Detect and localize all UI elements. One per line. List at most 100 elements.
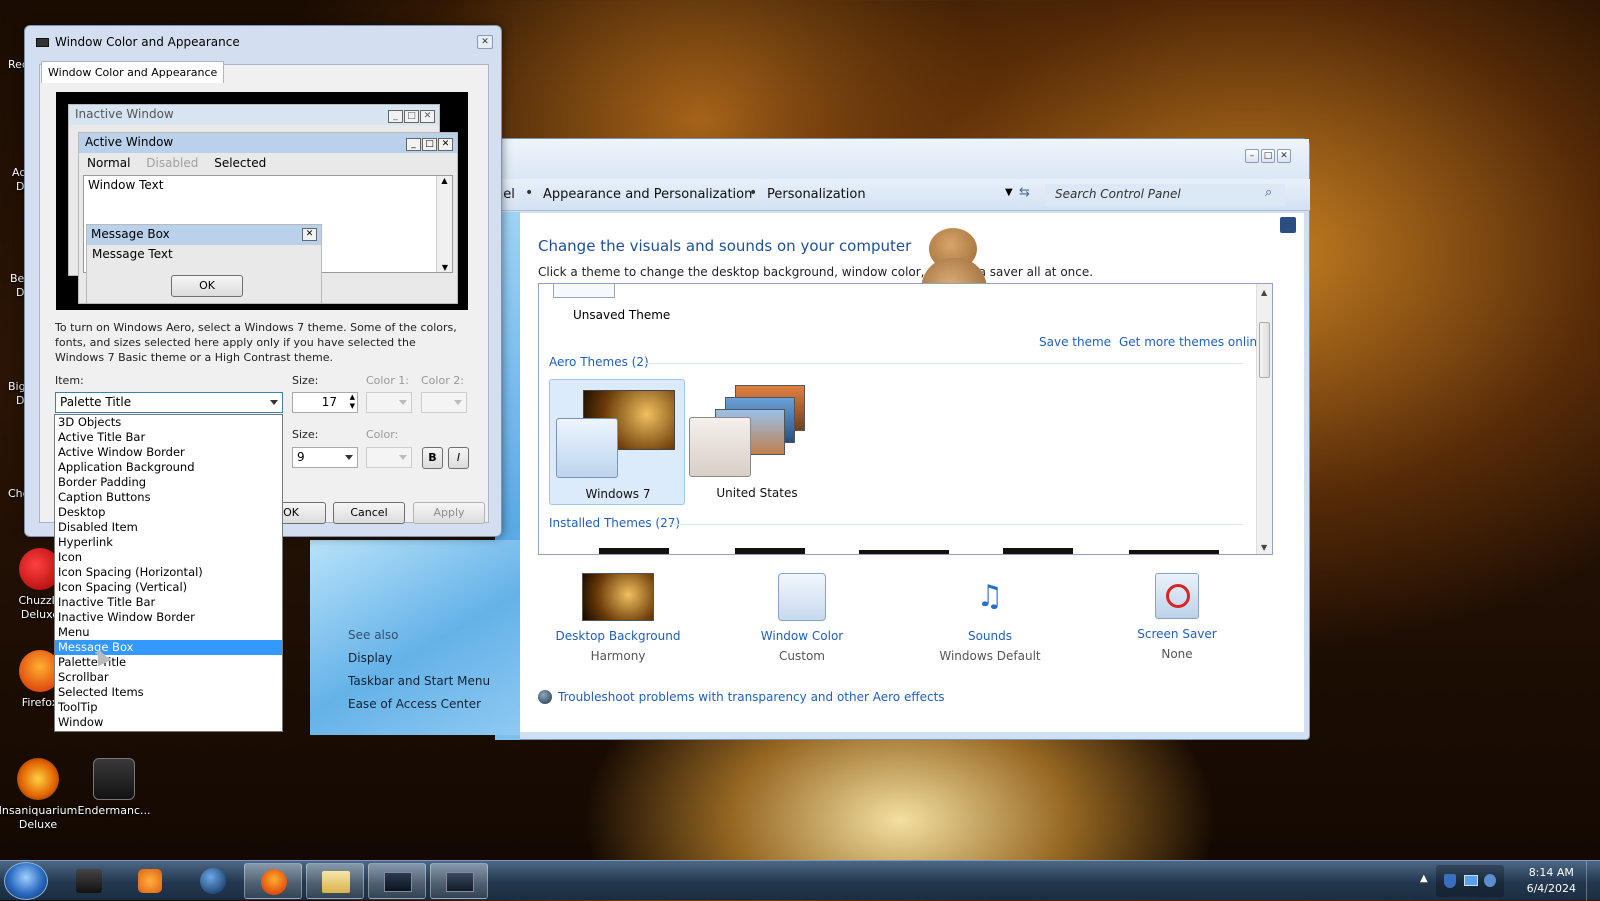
item-option-highlighted[interactable]: Message Box: [55, 640, 282, 655]
size-stepper[interactable]: 17 ▲ ▼: [292, 392, 358, 413]
item-option[interactable]: Palette Title: [55, 655, 282, 670]
taskbar-appearance-button[interactable]: [430, 863, 488, 899]
taskbar-explorer-button[interactable]: [306, 863, 364, 899]
item-option[interactable]: ToolTip: [55, 700, 282, 715]
theme-color-swatch: [556, 418, 618, 478]
shield-icon[interactable]: [1444, 874, 1456, 888]
tray-expand-icon[interactable]: ▲: [1420, 873, 1428, 884]
clock-time: 8:14 AM: [1528, 866, 1574, 879]
item-option[interactable]: Menu: [55, 625, 282, 640]
item-option[interactable]: Icon: [55, 550, 282, 565]
minimize-icon: _: [388, 110, 403, 123]
preview-window-text: Window Text: [88, 178, 164, 192]
item-dropdown[interactable]: Palette Title: [55, 392, 283, 413]
taskbar-firefox-button[interactable]: [244, 863, 302, 899]
breadcrumb-appearance[interactable]: Appearance and Personalization: [543, 187, 752, 202]
desktop-icon-endermanch[interactable]: Endermanc...: [74, 758, 154, 818]
theme-list-scrollbar[interactable]: ▲ ▼: [1256, 284, 1272, 554]
get-more-themes-link[interactable]: Get more themes online: [1119, 335, 1265, 349]
item-option[interactable]: Inactive Window Border: [55, 610, 282, 625]
taskbar-app-button[interactable]: [184, 863, 242, 899]
spin-down-icon[interactable]: ▼: [350, 402, 355, 410]
apply-button[interactable]: Apply: [413, 502, 485, 524]
taskbar-control-panel-button[interactable]: [368, 863, 426, 899]
see-also-heading: See also: [348, 628, 399, 642]
item-option[interactable]: Application Background: [55, 460, 282, 475]
see-also-ease-of-access-link[interactable]: Ease of Access Center: [348, 697, 481, 711]
maximize-icon[interactable]: □: [1261, 149, 1275, 163]
theme-list[interactable]: Unsaved Theme Save theme Get more themes…: [538, 283, 1273, 555]
title-bar: [495, 139, 1309, 179]
sounds-value: Windows Default: [939, 649, 1041, 663]
unsaved-theme-label[interactable]: Unsaved Theme: [573, 308, 670, 322]
item-option[interactable]: Scrollbar: [55, 670, 282, 685]
installed-theme-thumbnail[interactable]: [599, 548, 669, 554]
item-option[interactable]: Icon Spacing (Vertical): [55, 580, 282, 595]
item-option[interactable]: Desktop: [55, 505, 282, 520]
see-also-taskbar-link[interactable]: Taskbar and Start Menu: [348, 674, 490, 688]
see-also-display-link[interactable]: Display: [348, 651, 392, 665]
item-option[interactable]: Border Padding: [55, 475, 282, 490]
desktop-background-label: Desktop Background: [555, 629, 681, 643]
installed-theme-thumbnail[interactable]: [859, 550, 949, 554]
italic-button[interactable]: I: [448, 447, 469, 469]
spin-up-icon[interactable]: ▲: [350, 393, 355, 401]
item-option[interactable]: Window: [55, 715, 282, 730]
monitor-icon: [384, 872, 412, 892]
cancel-button[interactable]: Cancel: [333, 502, 405, 524]
minimize-icon: _: [406, 138, 421, 151]
close-icon[interactable]: ✕: [1277, 149, 1291, 163]
network-icon[interactable]: [1464, 875, 1478, 886]
chevron-down-icon: [399, 455, 407, 460]
font-size-dropdown[interactable]: 9: [292, 447, 358, 468]
color2-picker[interactable]: [421, 392, 467, 413]
save-theme-link[interactable]: Save theme: [1039, 335, 1111, 349]
search-icon[interactable]: ⌕: [1265, 185, 1272, 200]
font-color-picker[interactable]: [366, 447, 412, 468]
color1-label: Color 1:: [366, 374, 409, 387]
breadcrumb-personalization[interactable]: Personalization: [767, 187, 866, 202]
preview-menu-bar: Normal Disabled Selected: [79, 153, 457, 173]
close-icon[interactable]: ✕: [477, 35, 493, 49]
scrollbar-thumb[interactable]: [1259, 322, 1270, 378]
installed-theme-thumbnail[interactable]: [1003, 548, 1073, 554]
minimize-icon[interactable]: –: [1245, 149, 1259, 163]
sounds-button[interactable]: ♫ Sounds Windows Default: [910, 573, 1070, 663]
item-option[interactable]: Active Title Bar: [55, 430, 282, 445]
item-option[interactable]: Caption Buttons: [55, 490, 282, 505]
item-option[interactable]: 3D Objects: [55, 415, 282, 430]
unsaved-theme-thumbnail[interactable]: [553, 284, 615, 298]
item-option[interactable]: Inactive Title Bar: [55, 595, 282, 610]
theme-united-states[interactable]: United States: [689, 379, 825, 505]
clock-date: 6/4/2024: [1526, 882, 1576, 895]
color1-picker[interactable]: [366, 392, 412, 413]
refresh-icon[interactable]: ⇆: [1019, 185, 1030, 200]
volume-icon[interactable]: [1484, 874, 1496, 887]
installed-theme-thumbnail[interactable]: [1129, 550, 1219, 554]
theme-windows-7[interactable]: Windows 7: [549, 379, 685, 505]
bold-button[interactable]: B: [422, 447, 443, 469]
item-option[interactable]: Active Window Border: [55, 445, 282, 460]
chevron-down-icon[interactable]: ▼: [1005, 187, 1013, 198]
show-desktop-button[interactable]: [1586, 861, 1600, 901]
clock[interactable]: 8:14 AM 6/4/2024: [1527, 865, 1576, 897]
item-option[interactable]: Disabled Item: [55, 520, 282, 535]
taskbar-media-player-button[interactable]: [120, 863, 178, 899]
item-option[interactable]: Icon Spacing (Horizontal): [55, 565, 282, 580]
installed-theme-thumbnail[interactable]: [735, 548, 805, 554]
item-option[interactable]: Selected Items: [55, 685, 282, 700]
item-option[interactable]: Hyperlink: [55, 535, 282, 550]
sounds-label: Sounds: [967, 629, 1013, 643]
search-input[interactable]: Search Control Panel: [1045, 184, 1285, 206]
taskbar-app-button[interactable]: [60, 863, 118, 899]
screen-saver-button[interactable]: Screen Saver None: [1097, 573, 1257, 661]
troubleshoot-link[interactable]: Troubleshoot problems with transparency …: [558, 690, 945, 704]
address-bar[interactable]: nel • Appearance and Personalization • P…: [495, 179, 1310, 211]
start-button[interactable]: [4, 862, 48, 900]
window-color-button[interactable]: Window Color Custom: [722, 573, 882, 663]
help-icon[interactable]: [1280, 217, 1296, 233]
tab-window-color-appearance[interactable]: Window Color and Appearance: [41, 61, 225, 83]
item-dropdown-list[interactable]: 3D Objects Active Title Bar Active Windo…: [54, 414, 283, 732]
desktop-background-button[interactable]: Desktop Background Harmony: [538, 573, 698, 663]
desktop-icon-insaniquarium[interactable]: Insaniquarium Deluxe: [0, 758, 78, 832]
